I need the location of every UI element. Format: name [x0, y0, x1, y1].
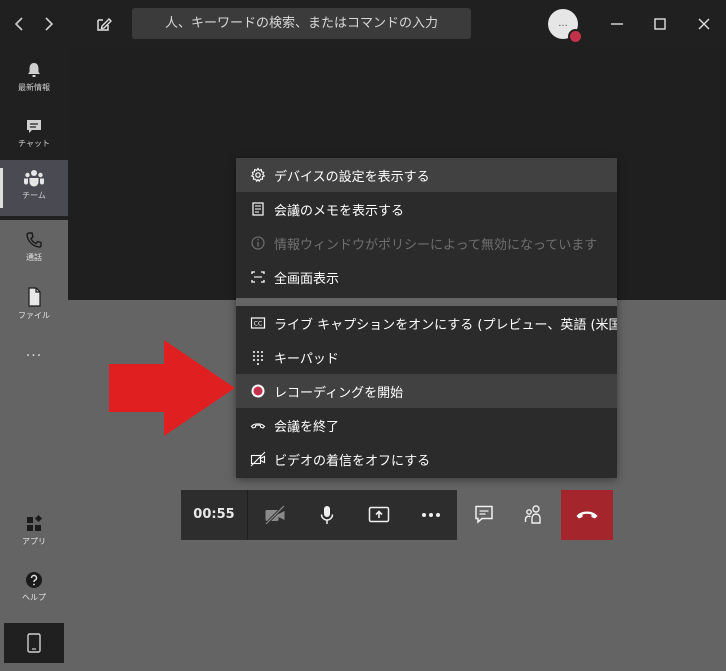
- rail-item-label: ファイル: [18, 311, 50, 320]
- chevron-left-icon: [14, 17, 23, 31]
- menu-item-label: 会議を終了: [274, 419, 340, 435]
- ellipsis-icon: [422, 513, 440, 517]
- more-icon: ...: [25, 344, 43, 360]
- phone-icon: [26, 232, 42, 248]
- record-icon: [250, 383, 266, 399]
- menu-item-info-pane-disabled: 情報ウィンドウがポリシーによって無効になっています: [236, 226, 617, 260]
- hang-up-icon: [576, 511, 598, 519]
- rail-item-chat[interactable]: チャット: [0, 108, 68, 164]
- menu-item-label: ビデオの着信をオフにする: [274, 453, 431, 469]
- active-indicator: [0, 168, 3, 208]
- camera-toggle-button[interactable]: [251, 490, 299, 540]
- more-actions-button[interactable]: [407, 490, 455, 540]
- microphone-icon: [320, 506, 334, 524]
- camera-off-icon: [264, 504, 286, 526]
- menu-item-turn-off-incoming-video[interactable]: ビデオの着信をオフにする: [236, 442, 617, 476]
- rail-item-files[interactable]: ファイル: [0, 278, 68, 334]
- rail-item-calls[interactable]: 通話: [0, 222, 68, 278]
- fullscreen-icon: [250, 269, 266, 285]
- minimize-button[interactable]: [605, 12, 629, 36]
- close-icon: [698, 18, 710, 30]
- conversation-icon: [475, 505, 493, 524]
- gear-icon: [250, 167, 266, 183]
- participants-icon: [524, 505, 541, 524]
- rail-item-activity[interactable]: 最新情報: [0, 52, 68, 108]
- end-call-icon: [250, 417, 266, 433]
- menu-item-label: デバイスの設定を表示する: [274, 169, 430, 185]
- share-screen-button[interactable]: [355, 490, 403, 540]
- menu-item-fullscreen[interactable]: 全画面表示: [236, 260, 617, 294]
- notes-icon: [250, 201, 266, 217]
- menu-item-keypad[interactable]: キーパッド: [236, 340, 617, 374]
- maximize-button[interactable]: [648, 12, 672, 36]
- back-button[interactable]: [8, 12, 32, 36]
- rail-item-help[interactable]: ヘルプ: [0, 570, 68, 603]
- keypad-icon: [250, 349, 266, 365]
- presence-status-dot: [568, 29, 583, 44]
- menu-item-end-meeting[interactable]: 会議を終了: [236, 408, 617, 442]
- search-input[interactable]: 人、キーワードの検索、またはコマンドの入力: [132, 8, 471, 39]
- menu-gap: [236, 298, 617, 306]
- chat-icon: [27, 120, 41, 133]
- more-options-menu: デバイスの設定を表示する 会議のメモを表示する 情報ウィンドウがポリシーによって…: [236, 158, 617, 478]
- menu-item-meeting-notes[interactable]: 会議のメモを表示する: [236, 192, 617, 226]
- chevron-right-icon: [45, 17, 54, 31]
- menu-item-label: 情報ウィンドウがポリシーによって無効になっています: [274, 237, 598, 253]
- menu-item-live-captions[interactable]: CC ライブ キャプションをオンにする (プレビュー、英語 (米国) のみ): [236, 306, 617, 340]
- rail-item-more[interactable]: ...: [0, 338, 68, 368]
- menu-item-start-recording[interactable]: レコーディングを開始: [236, 374, 617, 408]
- rail-item-label: 通話: [26, 253, 42, 262]
- mobile-device-icon: [27, 633, 41, 653]
- new-chat-button[interactable]: [92, 12, 116, 36]
- rail-item-label: ヘルプ: [22, 593, 46, 602]
- show-conversation-button[interactable]: [462, 490, 506, 540]
- menu-item-label: レコーディングを開始: [274, 385, 404, 401]
- rail-item-label: チーム: [22, 191, 46, 200]
- svg-text:CC: CC: [254, 321, 262, 328]
- avatar-initials: ...: [558, 18, 568, 29]
- rail-item-label: チャット: [18, 139, 50, 148]
- info-icon: [250, 235, 266, 251]
- cc-icon: CC: [250, 315, 266, 331]
- avatar[interactable]: ...: [548, 9, 583, 44]
- compose-icon: [97, 18, 112, 31]
- rail-item-label: 最新情報: [18, 83, 50, 92]
- hang-up-button[interactable]: [561, 490, 613, 540]
- red-arrow-annotation: [109, 340, 235, 436]
- menu-item-device-settings[interactable]: デバイスの設定を表示する: [236, 158, 617, 192]
- teams-icon: [24, 170, 44, 187]
- menu-item-label: キーパッド: [274, 351, 339, 367]
- close-button[interactable]: [692, 12, 716, 36]
- menu-item-label: 会議のメモを表示する: [274, 203, 405, 219]
- call-controls-toolbar: 00:55: [181, 490, 457, 540]
- rail-item-apps[interactable]: アプリ: [0, 514, 68, 547]
- menu-item-label: ライブ キャプションをオンにする (プレビュー、英語 (米国) のみ): [274, 317, 617, 333]
- title-bar: 人、キーワードの検索、またはコマンドの入力 ...: [0, 0, 726, 48]
- help-icon: [26, 572, 42, 588]
- menu-item-label: 全画面表示: [274, 271, 340, 287]
- rail-item-label: アプリ: [22, 537, 46, 546]
- show-participants-button[interactable]: [512, 490, 556, 540]
- microphone-button[interactable]: [303, 490, 351, 540]
- minimize-icon: [611, 23, 623, 25]
- file-icon: [28, 287, 41, 307]
- video-off-icon: [250, 451, 266, 467]
- bell-icon: [28, 63, 40, 77]
- rail-item-teams[interactable]: チーム: [0, 160, 68, 216]
- apps-icon: [27, 514, 43, 531]
- maximize-icon: [654, 18, 666, 30]
- device-settings-button[interactable]: [4, 623, 64, 663]
- share-screen-icon: [368, 506, 390, 523]
- forward-button[interactable]: [36, 12, 60, 36]
- call-timer: 00:55: [181, 490, 248, 540]
